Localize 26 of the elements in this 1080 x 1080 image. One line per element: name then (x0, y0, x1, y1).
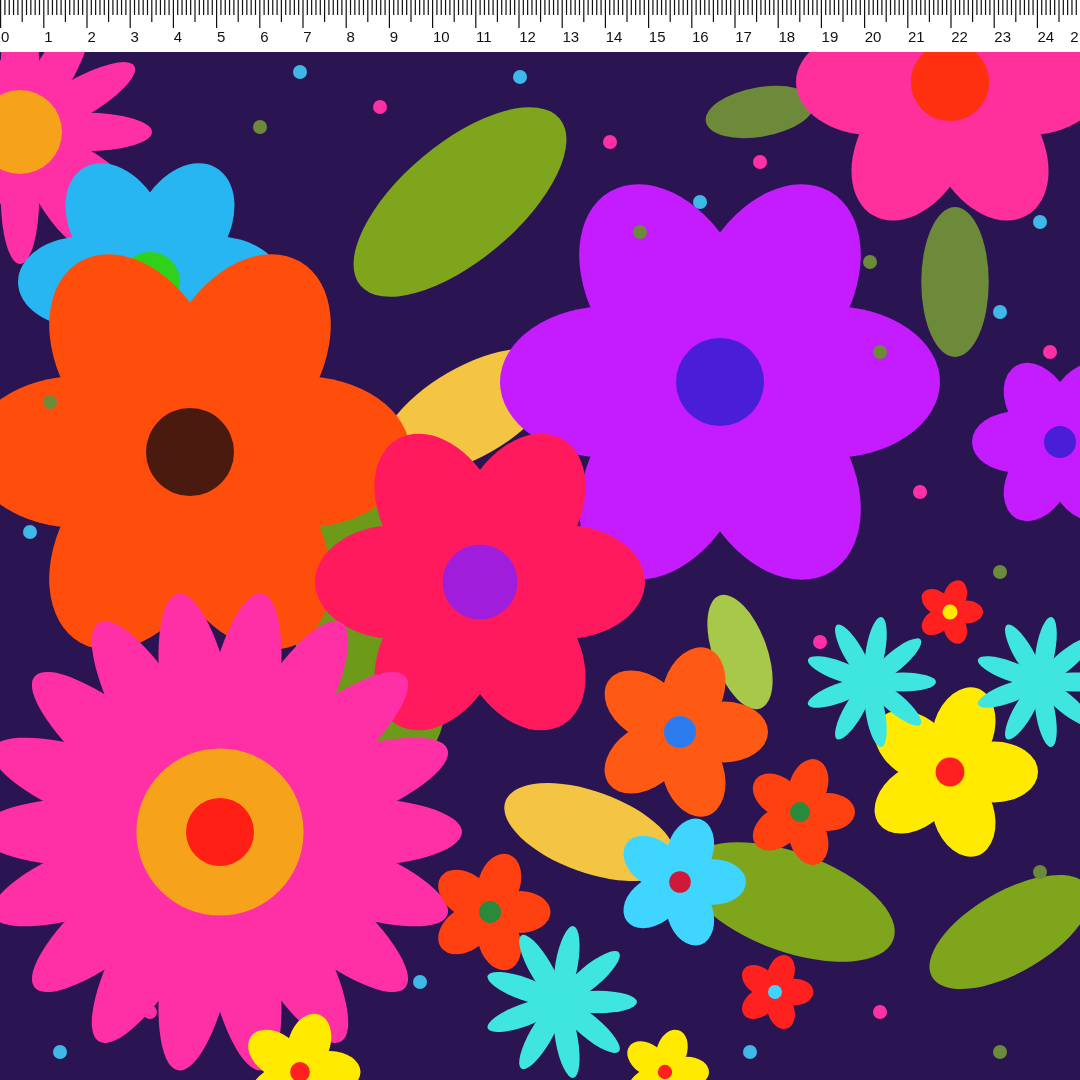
ruler-number: 14 (604, 28, 623, 45)
ruler-number: 3 (129, 28, 139, 45)
ruler-number: 2 (1069, 28, 1079, 45)
ruler-number: 10 (431, 28, 450, 45)
ruler-number: 5 (215, 28, 226, 45)
ruler-number: 1 (43, 28, 53, 45)
ruler-number: 23 (993, 28, 1011, 45)
ruler-number: 24 (1036, 28, 1055, 45)
ruler-number: 20 (863, 28, 882, 45)
ruler-number: 9 (388, 28, 399, 45)
ruler-number: 2 (86, 28, 96, 45)
ruler-number: 17 (734, 28, 752, 45)
ruler-number: 18 (777, 28, 796, 45)
ruler-number: 4 (172, 28, 183, 45)
ruler-number: 12 (518, 28, 536, 45)
ruler-number: 6 (259, 28, 269, 45)
ruler-number: 7 (302, 28, 312, 45)
ruler-number: 19 (820, 28, 839, 45)
ruler-number: 8 (345, 28, 355, 45)
ruler-number: 22 (950, 28, 968, 45)
ruler-number: 13 (561, 28, 580, 45)
ruler-number: 21 (906, 28, 925, 45)
ruler-number: 0 (0, 28, 10, 45)
ruler-number: 16 (691, 28, 709, 45)
ruler-number: 15 (647, 28, 666, 45)
ruler-number: 11 (475, 28, 492, 45)
